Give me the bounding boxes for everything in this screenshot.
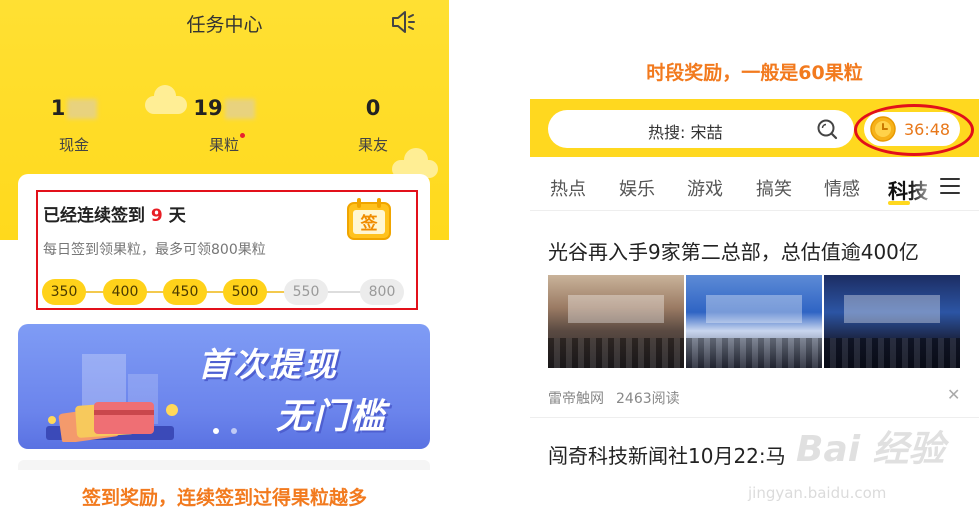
tab-hot[interactable]: 热点 xyxy=(550,175,586,201)
task-center-screen: 任务中心 1 现金 19 果粒 0 果友 已经连续签到 9 天 每日签到领果粒，… xyxy=(0,0,449,470)
menu-icon[interactable] xyxy=(940,177,960,195)
speaker-icon[interactable] xyxy=(391,10,417,34)
watermark-url: jingyan.baidu.com xyxy=(748,484,887,502)
stat-cash-value: 1 xyxy=(50,96,66,120)
next-card-edge xyxy=(18,460,430,470)
baidu-jingyan-watermark: Bai 经验 jingyan.baidu.com xyxy=(748,420,979,527)
notification-dot xyxy=(240,133,245,138)
tab-entertainment[interactable]: 娱乐 xyxy=(619,175,655,201)
article-image-1[interactable] xyxy=(548,275,684,368)
blurred-value xyxy=(67,99,98,119)
tab-games[interactable]: 游戏 xyxy=(687,175,723,201)
divider xyxy=(530,417,979,418)
stat-fruit[interactable]: 19 果粒 xyxy=(164,96,284,155)
highlight-box xyxy=(36,190,418,310)
bank-cards-illustration xyxy=(46,402,178,442)
stat-friends-label: 果友 xyxy=(357,136,388,154)
caption-timed-reward: 时段奖励，一般是60果粒 xyxy=(646,62,863,84)
article-image-3[interactable] xyxy=(824,275,960,368)
blurred-value xyxy=(224,99,255,119)
article-reads: 2463阅读 xyxy=(616,391,680,407)
carousel-dot[interactable] xyxy=(231,428,237,434)
dismiss-icon[interactable]: ✕ xyxy=(947,385,960,404)
search-header: 热搜: 宋喆 36:48 xyxy=(530,99,979,157)
stat-friends[interactable]: 0 果友 xyxy=(313,96,433,155)
watermark-text: Bai 经验 xyxy=(796,429,945,470)
caption-checkin: 签到奖励，连续签到过得果粒越多 xyxy=(81,487,367,509)
article-image-2[interactable] xyxy=(686,275,822,368)
image-stage xyxy=(706,295,802,323)
tab-funny[interactable]: 搞笑 xyxy=(756,175,792,201)
highlight-ellipse xyxy=(854,104,974,156)
article-meta: 雷帝触网 2463阅读 xyxy=(548,388,680,408)
stat-fruit-label: 果粒 xyxy=(208,136,239,154)
stat-cash-label: 现金 xyxy=(58,136,89,154)
image-crowd xyxy=(686,338,822,368)
tabs-fade-overlay xyxy=(910,165,940,210)
promo-banner[interactable]: 首次提现 无门槛 xyxy=(18,324,430,449)
stat-cash[interactable]: 1 现金 xyxy=(14,96,134,155)
search-icon[interactable] xyxy=(816,118,838,140)
active-tab-indicator xyxy=(888,201,910,205)
article-source: 雷帝触网 xyxy=(548,391,604,407)
banner-line2: 无门槛 xyxy=(276,397,388,437)
stat-fruit-value: 19 xyxy=(193,96,223,120)
image-crowd xyxy=(548,338,684,368)
article-title[interactable]: 光谷再入手9家第二总部，总估值逾400亿 xyxy=(548,236,919,265)
tab-emotion[interactable]: 情感 xyxy=(824,175,860,201)
search-hot-text: 热搜: 宋喆 xyxy=(648,123,723,142)
carousel-dot[interactable] xyxy=(213,428,219,434)
stat-friends-value: 0 xyxy=(365,96,381,120)
category-tabs: 热点 娱乐 游戏 搞笑 情感 科技 xyxy=(530,165,979,211)
search-input[interactable]: 热搜: 宋喆 xyxy=(548,110,854,148)
page-title: 任务中心 xyxy=(186,14,263,36)
image-crowd xyxy=(824,338,960,368)
banner-line1: 首次提现 xyxy=(198,345,338,384)
image-stage xyxy=(844,295,940,323)
image-stage xyxy=(568,295,664,323)
